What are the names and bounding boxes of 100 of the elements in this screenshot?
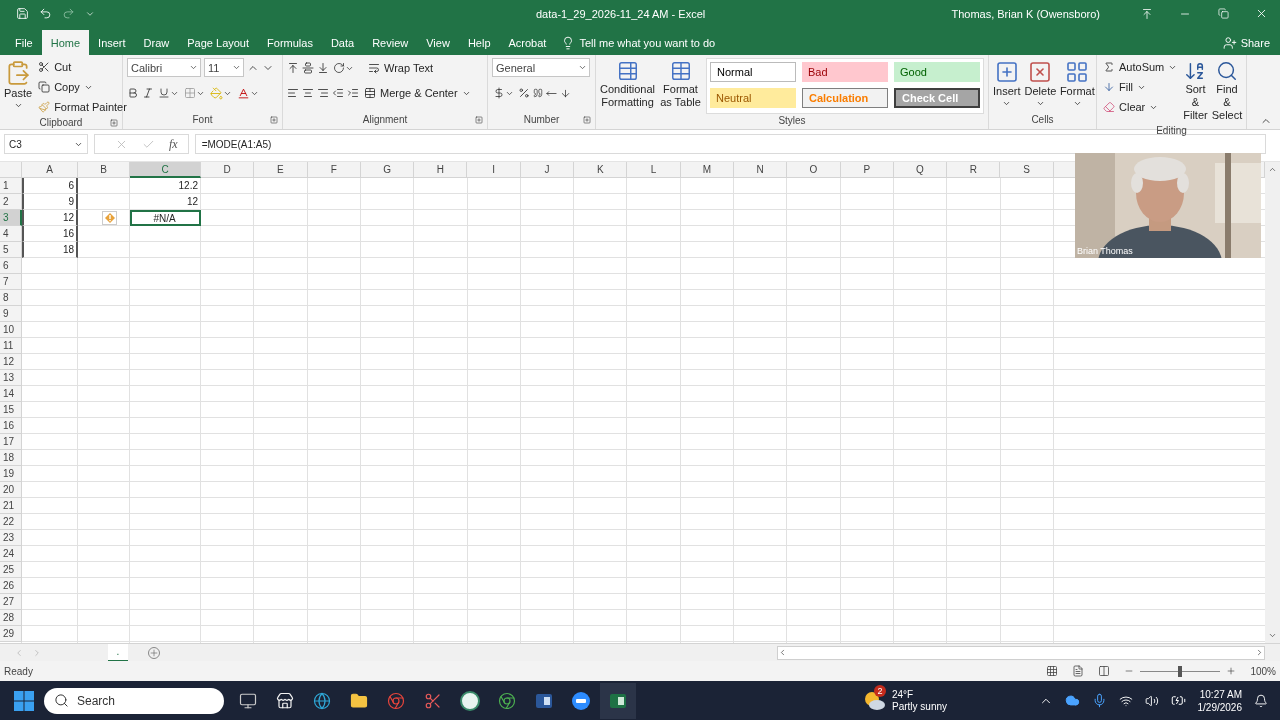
menu-tab[interactable]: Page Layout [178,30,259,55]
column-header[interactable]: N [733,162,788,178]
fill-button[interactable]: Fill [1101,78,1149,96]
row-header[interactable]: 21 [0,498,22,514]
row-header[interactable]: 7 [0,274,22,290]
folder-icon[interactable] [350,691,368,710]
row-header[interactable]: 3 [0,210,22,226]
insert-function-button[interactable]: fx [169,136,178,152]
zoom-level[interactable]: 100% [1250,665,1276,677]
word-icon[interactable] [535,691,553,710]
row-header[interactable]: 23 [0,530,22,546]
row-header[interactable]: 12 [0,354,22,370]
column-header[interactable]: O [787,162,841,178]
menu-tab[interactable]: Draw [134,30,179,55]
search-field[interactable]: Search [44,687,224,714]
copy-button[interactable]: Copy [36,78,95,96]
row-header[interactable]: 8 [0,290,22,306]
row-header[interactable]: 22 [0,514,22,530]
top-align-icon[interactable] [287,62,299,74]
percent-icon[interactable] [518,87,530,99]
column-header[interactable]: J [520,162,575,178]
column-header[interactable]: I [467,162,521,178]
launcher-icon[interactable] [475,116,483,124]
cell-style[interactable]: Bad [802,62,888,82]
column-header[interactable]: D [201,162,255,178]
cell-style[interactable]: Good [894,62,980,82]
find-select-button[interactable]: Find & Select [1211,58,1243,124]
column-header[interactable]: B [78,162,130,178]
column-header[interactable]: Q [893,162,948,178]
column-header[interactable]: M [680,162,734,178]
row-header[interactable]: 19 [0,466,22,482]
launcher-icon[interactable] [270,116,278,124]
scroll-left-icon[interactable] [778,648,787,657]
orientation-icon[interactable] [333,62,345,74]
column-header[interactable]: E [254,162,308,178]
cloud-icon[interactable] [1064,693,1080,708]
row-header[interactable]: 20 [0,482,22,498]
align-center-icon[interactable] [302,87,314,99]
chrome-icon[interactable] [387,691,405,710]
dollar-icon[interactable] [493,87,505,99]
launcher-icon[interactable] [110,119,118,127]
zoom-in-icon[interactable] [1226,666,1237,676]
row-header[interactable]: 28 [0,610,22,626]
row-header[interactable]: 15 [0,402,22,418]
name-box[interactable]: C3 [4,134,88,154]
clock-date[interactable]: 1/29/2026 [1197,700,1242,714]
store-icon[interactable] [276,691,294,710]
underline-icon[interactable] [158,87,170,99]
column-header[interactable]: S [1000,162,1054,178]
wifi-icon[interactable] [1118,693,1133,708]
row-header[interactable]: 6 [0,258,22,274]
bottom-align-icon[interactable] [317,62,329,74]
task-view-icon[interactable] [239,691,257,710]
undo-icon[interactable] [39,7,52,20]
row-header[interactable]: 27 [0,594,22,610]
clear-button[interactable]: Clear [1101,98,1161,116]
page-break-icon[interactable] [1098,665,1111,677]
column-header[interactable]: H [414,162,468,178]
horizontal-scrollbar[interactable] [777,645,1265,660]
scissors-icon[interactable] [424,691,442,710]
menu-tab[interactable]: Help [458,30,500,55]
restore-icon[interactable] [1217,8,1229,19]
row-header[interactable]: 9 [0,306,22,322]
share-icon[interactable] [1222,35,1237,50]
wrap-text-button[interactable]: Wrap Text [366,59,436,77]
launcher-icon[interactable] [583,116,591,124]
font-color-icon[interactable] [237,86,250,100]
column-header[interactable]: R [947,162,1001,178]
normal-view-icon[interactable] [1046,665,1059,677]
row-header[interactable]: 17 [0,434,22,450]
column-header[interactable]: K [574,162,628,178]
scroll-up-icon[interactable] [1268,165,1277,174]
autosum-button[interactable]: AutoSum [1101,58,1180,76]
notifications-icon[interactable] [1254,693,1268,708]
align-right-icon[interactable] [317,87,329,99]
row-header[interactable]: 4 [0,226,22,242]
number-format-field[interactable]: General [492,58,590,77]
chrome-icon[interactable] [498,691,516,710]
app-icon[interactable] [460,690,480,711]
microphone-icon[interactable] [1091,693,1107,708]
scroll-right-icon[interactable] [1255,648,1264,657]
column-header[interactable]: P [840,162,894,178]
column-header[interactable]: F [307,162,361,178]
row-header[interactable]: 2 [0,194,22,210]
menu-tab[interactable]: Home [41,30,90,55]
delete-button[interactable]: Delete [1024,58,1057,113]
row-header[interactable]: 11 [0,338,22,354]
tell-me-search[interactable]: Tell me what you want to do [579,36,716,49]
cell-style[interactable]: Neutral [710,88,796,108]
battery-icon[interactable] [1170,693,1186,708]
zoom-thumb[interactable] [1178,665,1183,677]
save-icon[interactable] [16,7,29,20]
menu-tab[interactable]: Acrobat [499,30,556,55]
scroll-down-icon[interactable] [1268,631,1277,640]
menu-tab[interactable]: Insert [89,30,135,55]
ribbon-display-icon[interactable] [1141,7,1153,20]
row-header[interactable]: 24 [0,546,22,562]
column-header[interactable]: A [22,162,78,178]
sort-filter-button[interactable]: Sort & Filter [1183,58,1208,124]
video-call-icon[interactable] [571,690,591,711]
